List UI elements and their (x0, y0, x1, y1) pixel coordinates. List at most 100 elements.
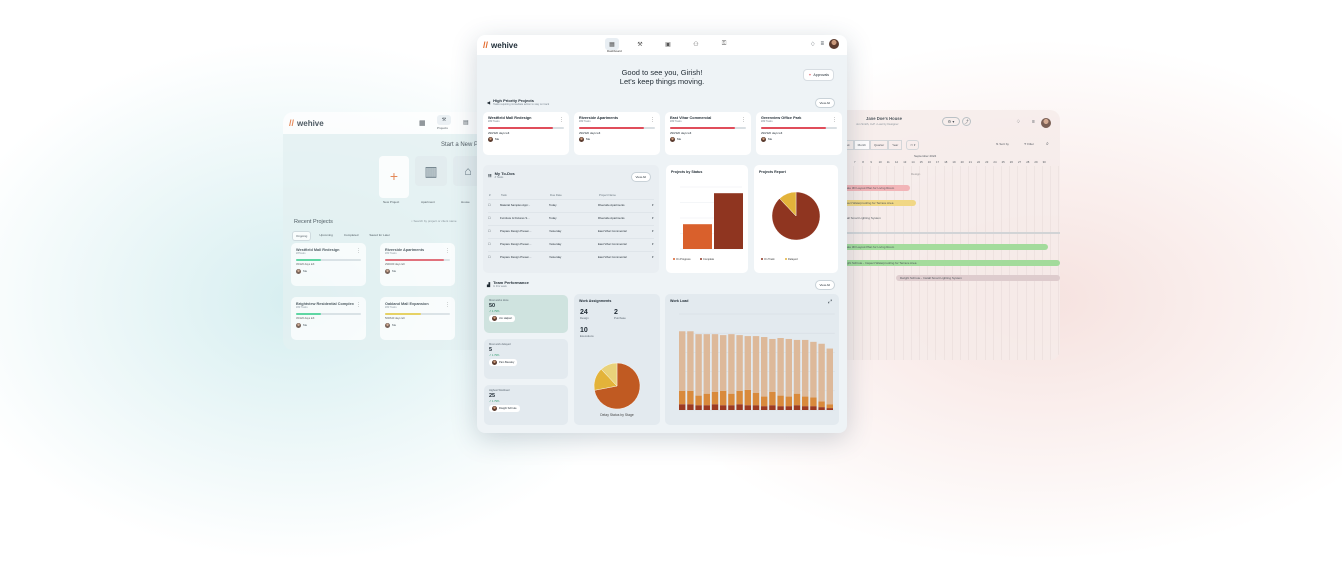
report-card: Projects Report On Track Delayed (754, 165, 838, 273)
avatar[interactable] (1041, 118, 1051, 128)
progress-bar (385, 313, 450, 315)
sort-button[interactable]: ⇅ Sort by (996, 142, 1009, 146)
chevron-down-icon[interactable]: ▾ (652, 229, 653, 233)
workload-bar (711, 391, 719, 405)
priority-card[interactable]: Greenview Office Park ### Tasks 290/320 da… (756, 112, 842, 155)
approvals-button[interactable]: ✦ Approvals (803, 69, 834, 81)
gantt-bar[interactable]: Dwight Schrute - Inspect Waterproofing f… (838, 260, 1060, 266)
avatar (385, 322, 390, 328)
workload-bar (728, 334, 735, 394)
settings-button[interactable]: ⚙ ▾ (942, 117, 960, 126)
todos-card: ☷ My To-Dos # Tasks View All # Task Due Da… (483, 165, 659, 273)
new-project-tile[interactable]: + (379, 156, 409, 198)
gantt-bar[interactable]: Create 3D Layout Plan for Living Room (838, 244, 1048, 250)
view-month[interactable]: Month (853, 140, 870, 150)
priority-card[interactable]: Westfield Mall Redesign ### Tasks 290/320 … (483, 112, 569, 155)
person-chip[interactable]: Dwight Schrute (489, 405, 520, 412)
tools-icon[interactable]: ⚒ (633, 38, 647, 50)
view-quarter[interactable]: Quarter (869, 140, 889, 150)
menu-icon[interactable]: ≡ (820, 41, 824, 47)
more-icon[interactable]: ⋮ (356, 302, 361, 308)
todos-view-all[interactable]: View All (630, 172, 651, 182)
checkbox[interactable]: ☐ (488, 216, 500, 220)
legend-swatch (785, 258, 787, 260)
person-chip[interactable]: Jim Halpert (489, 315, 516, 322)
day-label: 23 (985, 160, 989, 164)
nav-projects-label: Projects (437, 126, 448, 130)
nav-projects[interactable]: ⚒ (437, 115, 451, 125)
task-item[interactable]: Inspect Waterproofing for Terrace Area (838, 200, 916, 206)
project-card[interactable]: Riverside Apartments ### Tasks 290/320 day… (380, 243, 455, 286)
chevron-down-icon[interactable]: ▾ (652, 216, 653, 220)
more-icon[interactable]: ⋮ (650, 117, 655, 123)
more-icon[interactable]: ⋮ (832, 117, 837, 123)
task-item[interactable]: Install Smart Lighting System (842, 216, 881, 220)
team-icon[interactable]: ⚇ (689, 38, 703, 50)
project-card[interactable]: Brightview Residential Complex ### Tasks 4… (291, 297, 366, 340)
tab-completed[interactable]: Completed (341, 231, 362, 241)
avatar[interactable] (829, 39, 839, 49)
owner: Me (761, 136, 837, 142)
todo-row[interactable]: ☐ Prepare Design Presen... Yesterday East V… (488, 238, 654, 248)
image-icon[interactable]: ▣ (661, 38, 675, 50)
chevron-down-icon[interactable]: ▾ (652, 242, 653, 246)
person-chip[interactable]: Pam Beesley (489, 359, 518, 366)
avatar (385, 268, 390, 274)
checkbox[interactable]: ☐ (488, 203, 500, 207)
calendar-icon[interactable]: ▤ (463, 119, 469, 126)
day-label: 8 (862, 160, 864, 164)
chevron-down-icon[interactable]: ▾ (652, 203, 653, 207)
checkbox[interactable]: ☐ (488, 242, 500, 246)
workload-bar (818, 343, 825, 402)
checkbox[interactable]: ☐ (488, 229, 500, 233)
workload-bar (744, 336, 751, 390)
priority-card[interactable]: Riverside Apartments ### Tasks 290/320 day… (574, 112, 660, 155)
day-label: 12 (895, 160, 899, 164)
day-label: 19 (952, 160, 956, 164)
view-year[interactable]: Year (888, 140, 903, 150)
tab-upcoming[interactable]: Upcoming (316, 231, 336, 241)
more-icon[interactable]: ⋮ (445, 248, 450, 254)
team-title: ▟ Team Performance In this week (487, 280, 529, 288)
key-icon[interactable]: ⚿ (717, 38, 731, 50)
bell-icon[interactable]: ♢ (1016, 119, 1020, 125)
more-icon[interactable]: ⋮ (445, 302, 450, 308)
day-label: 29 (1034, 160, 1038, 164)
chevron-down-icon[interactable]: ▾ (652, 255, 653, 259)
filter-button[interactable]: ⏷ Filter (1024, 142, 1034, 146)
checkbox[interactable]: ☐ (488, 255, 500, 259)
search-icon[interactable]: ⌕ (1046, 141, 1049, 147)
workload-bar (752, 336, 760, 393)
search-input[interactable]: ⌕ Search by project or client name (411, 219, 457, 223)
brand-logo: //wehive (483, 40, 518, 50)
more-icon[interactable]: ⋮ (559, 117, 564, 123)
tab-ongoing[interactable]: Ongoing (292, 231, 312, 241)
grid-icon[interactable]: ▦ (419, 119, 426, 127)
avatar (296, 322, 301, 328)
project-card[interactable]: Oakland Mall Expansion ### Tasks 560/640 d… (380, 297, 455, 340)
gantt-bar[interactable]: Dwight Schrute - Install Smart Lighting … (896, 275, 1060, 281)
priority-card[interactable]: East Vihar Commercial ### Tasks 290/320 da… (665, 112, 751, 155)
task-item[interactable]: Create 3D Layout Plan for Living Room (838, 185, 910, 191)
card-sub: ### Tasks (385, 306, 397, 309)
more-icon[interactable]: ⋮ (356, 248, 361, 254)
todo-row[interactable]: ☐ Prepare Design Presen... Yesterday East V… (488, 251, 654, 261)
more-icon[interactable]: ⋮ (741, 117, 746, 123)
day-label: 28 (1026, 160, 1030, 164)
todo-row[interactable]: ☐ Prepare Design Presen... Yesterday East V… (488, 225, 654, 235)
todo-row[interactable]: ☐ Material Samples Appr... Today Riverside … (488, 199, 654, 209)
menu-icon[interactable]: ≡ (1032, 119, 1035, 125)
apartment-tile[interactable]: ▥ (415, 156, 447, 186)
project-card[interactable]: Westfield Mall Redesign ##Tasks 45/120 day… (291, 243, 366, 286)
workload-bar (703, 405, 710, 410)
priority-view-all[interactable]: View All (814, 98, 835, 108)
team-view-all[interactable]: View All (814, 280, 835, 290)
tab-saved[interactable]: Saved for Later (366, 231, 393, 241)
owner: Me (296, 268, 361, 274)
share-button[interactable]: ⤴ (962, 117, 971, 126)
workload-bar (736, 335, 743, 391)
calendar-picker[interactable]: ▭ ▾ (906, 140, 920, 150)
todo-row[interactable]: ☐ Furniture & Fixtures S... Today Riverside… (488, 212, 654, 222)
todo-due: Yesterday (549, 228, 562, 233)
bell-icon[interactable]: ♢ (810, 41, 815, 48)
